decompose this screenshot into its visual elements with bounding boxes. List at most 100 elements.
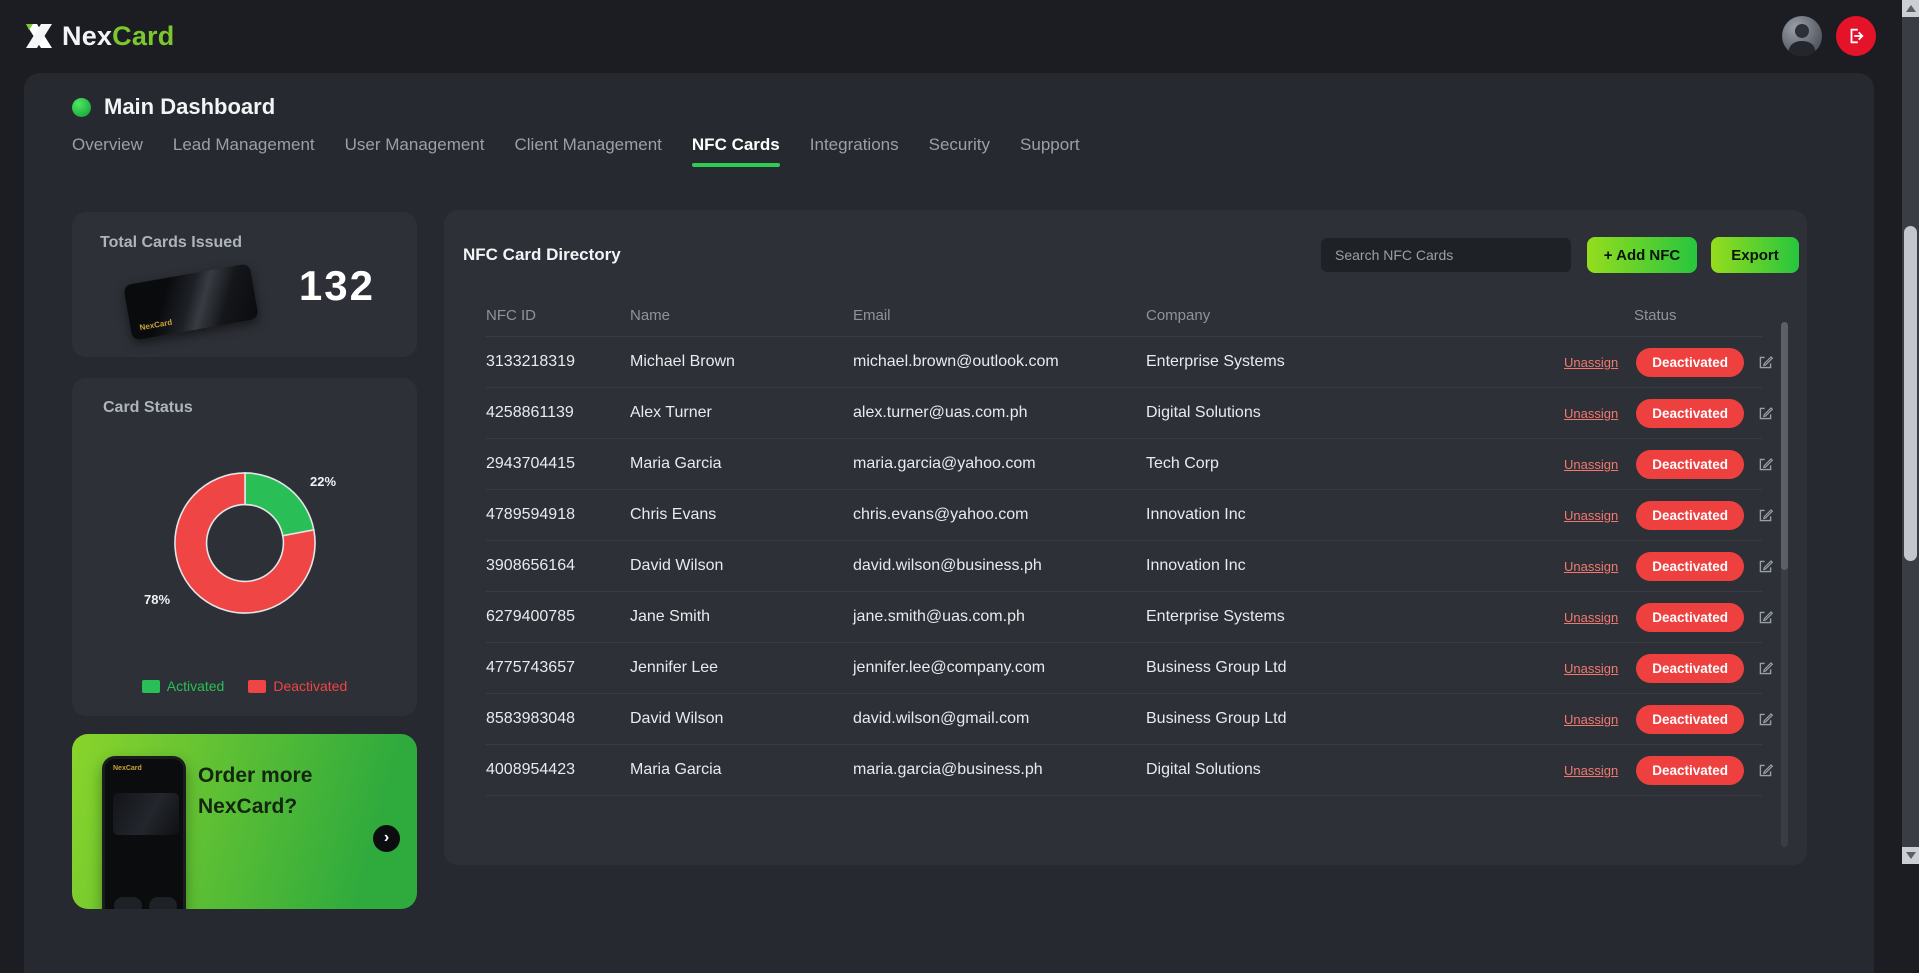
status-badge: Deactivated xyxy=(1636,450,1744,479)
unassign-link[interactable]: Unassign xyxy=(1564,355,1618,370)
nav-tab[interactable]: Lead Management xyxy=(173,135,315,167)
unassign-link[interactable]: Unassign xyxy=(1564,457,1618,472)
directory-title: NFC Card Directory xyxy=(463,245,621,265)
promo-arrow-button[interactable]: › xyxy=(373,825,400,852)
unassign-link[interactable]: Unassign xyxy=(1564,406,1618,421)
logout-icon xyxy=(1847,27,1865,45)
column-header-nfc-id: NFC ID xyxy=(486,307,630,324)
cell-name: Jennifer Lee xyxy=(630,659,853,677)
nfc-table: NFC ID Name Email Company Status 3133218… xyxy=(486,295,1762,796)
chevron-right-icon: › xyxy=(384,829,389,847)
status-badge: Deactivated xyxy=(1636,603,1744,632)
cell-company: Business Group Ltd xyxy=(1146,710,1564,728)
status-badge: Deactivated xyxy=(1636,501,1744,530)
edit-pencil-icon xyxy=(1757,711,1774,728)
export-button[interactable]: Export xyxy=(1711,237,1799,273)
edit-button[interactable] xyxy=(1757,609,1774,626)
table-scrollbar[interactable] xyxy=(1781,322,1788,847)
cell-email: michael.brown@outlook.com xyxy=(853,353,1146,371)
page-title: Main Dashboard xyxy=(104,94,275,120)
table-scrollbar-thumb[interactable] xyxy=(1781,322,1788,570)
table-row: 6279400785 Jane Smith jane.smith@uas.com… xyxy=(486,592,1762,643)
cell-actions: Unassign Deactivated xyxy=(1564,501,1774,530)
nav-tabs: Overview Lead Management User Management… xyxy=(72,135,1080,167)
directory-header: NFC Card Directory + Add NFC Export xyxy=(444,210,1807,273)
edit-button[interactable] xyxy=(1757,558,1774,575)
cell-company: Digital Solutions xyxy=(1146,761,1564,779)
nav-tab[interactable]: Integrations xyxy=(810,135,899,167)
edit-button[interactable] xyxy=(1757,405,1774,422)
table-row: 4789594918 Chris Evans chris.evans@yahoo… xyxy=(486,490,1762,541)
cell-company: Tech Corp xyxy=(1146,455,1564,473)
legend-item-deactivated: Deactivated xyxy=(248,678,347,694)
order-more-promo-card[interactable]: NexCard Order more NexCard? › xyxy=(72,734,417,909)
edit-button[interactable] xyxy=(1757,762,1774,779)
edit-button[interactable] xyxy=(1757,507,1774,524)
cell-nfc-id: 4008954423 xyxy=(486,761,630,779)
total-cards-value: 132 xyxy=(299,262,375,310)
logout-button[interactable] xyxy=(1836,16,1876,56)
cell-name: Maria Garcia xyxy=(630,455,853,473)
unassign-link[interactable]: Unassign xyxy=(1564,712,1618,727)
table-row: 4008954423 Maria Garcia maria.garcia@bus… xyxy=(486,745,1762,796)
unassign-link[interactable]: Unassign xyxy=(1564,610,1618,625)
edit-button[interactable] xyxy=(1757,354,1774,371)
scroll-down-button[interactable] xyxy=(1902,847,1919,864)
unassign-link[interactable]: Unassign xyxy=(1564,559,1618,574)
cell-name: Chris Evans xyxy=(630,506,853,524)
brand-logo[interactable]: NexCard xyxy=(24,21,174,52)
cell-email: david.wilson@gmail.com xyxy=(853,710,1146,728)
legend-item-activated: Activated xyxy=(142,678,225,694)
unassign-link[interactable]: Unassign xyxy=(1564,508,1618,523)
nav-tab[interactable]: Overview xyxy=(72,135,143,167)
table-row: 3133218319 Michael Brown michael.brown@o… xyxy=(486,337,1762,388)
nav-tab[interactable]: User Management xyxy=(345,135,485,167)
cell-company: Innovation Inc xyxy=(1146,557,1564,575)
nexcard-logo-icon xyxy=(24,21,54,51)
cell-company: Innovation Inc xyxy=(1146,506,1564,524)
phone-screen-button xyxy=(149,897,177,909)
edit-button[interactable] xyxy=(1757,660,1774,677)
nav-tab[interactable]: Client Management xyxy=(514,135,661,167)
window-scrollbar[interactable] xyxy=(1902,0,1919,864)
status-badge: Deactivated xyxy=(1636,348,1744,377)
avatar-photo xyxy=(1782,16,1822,56)
active-tab-underline xyxy=(692,163,780,167)
user-avatar[interactable] xyxy=(1782,16,1822,56)
cell-actions: Unassign Deactivated xyxy=(1564,654,1774,683)
search-input[interactable] xyxy=(1321,238,1571,272)
promo-text: Order more NexCard? xyxy=(198,760,312,822)
scrollbar-thumb[interactable] xyxy=(1904,226,1917,561)
edit-pencil-icon xyxy=(1757,456,1774,473)
add-nfc-button[interactable]: + Add NFC xyxy=(1587,237,1697,273)
cell-actions: Unassign Deactivated xyxy=(1564,756,1774,785)
cell-nfc-id: 3908656164 xyxy=(486,557,630,575)
status-badge: Deactivated xyxy=(1636,399,1744,428)
edit-pencil-icon xyxy=(1757,762,1774,779)
status-badge: Deactivated xyxy=(1636,705,1744,734)
cell-email: jane.smith@uas.com.ph xyxy=(853,608,1146,626)
edit-button[interactable] xyxy=(1757,711,1774,728)
scroll-up-button[interactable] xyxy=(1902,0,1919,17)
unassign-link[interactable]: Unassign xyxy=(1564,661,1618,676)
cell-name: David Wilson xyxy=(630,710,853,728)
page-header: Main Dashboard xyxy=(72,94,275,120)
nav-tab[interactable]: Support xyxy=(1020,135,1080,167)
cell-name: Alex Turner xyxy=(630,404,853,422)
cell-nfc-id: 6279400785 xyxy=(486,608,630,626)
cell-email: chris.evans@yahoo.com xyxy=(853,506,1146,524)
legend-swatch-activated xyxy=(142,680,160,693)
cell-email: jennifer.lee@company.com xyxy=(853,659,1146,677)
card-status-donut-chart xyxy=(132,430,358,656)
nav-tab[interactable]: Security xyxy=(929,135,990,167)
main-dashboard-panel: Main Dashboard Overview Lead Management … xyxy=(24,73,1874,973)
table-header-row: NFC ID Name Email Company Status xyxy=(486,295,1762,337)
cell-email: alex.turner@uas.com.ph xyxy=(853,404,1146,422)
table-row: 4775743657 Jennifer Lee jennifer.lee@com… xyxy=(486,643,1762,694)
unassign-link[interactable]: Unassign xyxy=(1564,763,1618,778)
column-header-email: Email xyxy=(853,307,1146,324)
edit-pencil-icon xyxy=(1757,558,1774,575)
cell-name: Jane Smith xyxy=(630,608,853,626)
edit-button[interactable] xyxy=(1757,456,1774,473)
nav-tab[interactable]: NFC Cards xyxy=(692,135,780,167)
